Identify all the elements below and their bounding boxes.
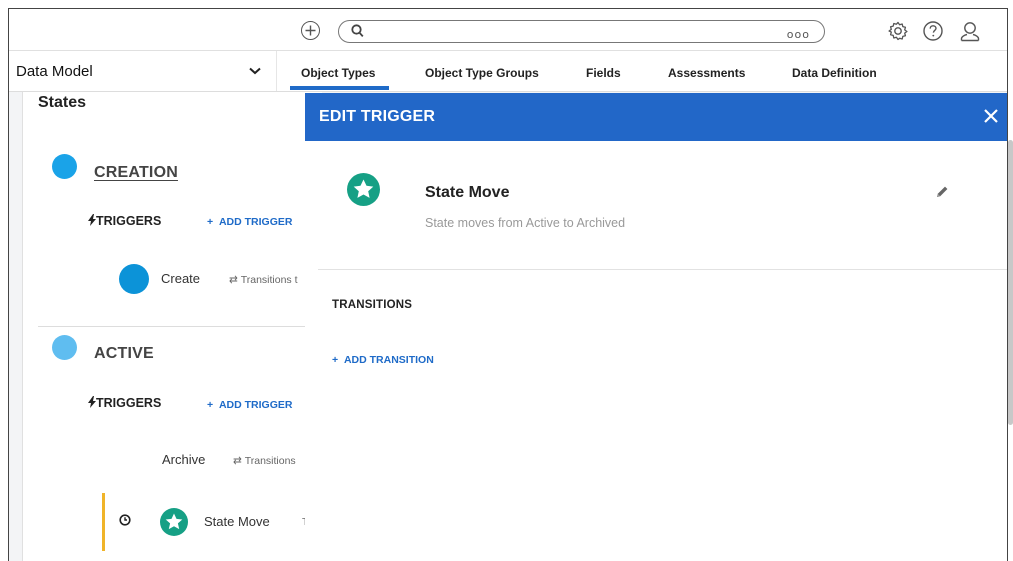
more-icon[interactable]: ooo <box>787 28 810 41</box>
triggers-label: TRIGGERS <box>88 214 161 228</box>
scrollbar[interactable] <box>1008 140 1013 425</box>
add-transition-button[interactable]: + ADD TRANSITION <box>332 354 434 366</box>
tab-data-definition[interactable]: Data Definition <box>792 66 877 80</box>
clock-icon <box>119 514 131 526</box>
star-icon <box>160 508 188 536</box>
state-color-dot <box>52 335 77 360</box>
star-icon <box>347 173 380 206</box>
modal-title: EDIT TRIGGER <box>319 108 436 125</box>
trigger-description: State moves from Active to Archived <box>425 216 626 230</box>
bolt-icon <box>88 214 96 226</box>
pencil-icon[interactable] <box>935 185 949 199</box>
highlight-bar <box>102 493 105 551</box>
transitions-summary: ⇄ Transitions t <box>229 274 298 286</box>
top-bar: ooo <box>9 9 1007 51</box>
tab-object-types[interactable]: Object Types <box>301 66 375 80</box>
search-input[interactable]: ooo <box>338 20 825 43</box>
search-icon <box>351 24 364 37</box>
app-window: ooo Data Model Object Types Object Type … <box>8 8 1008 561</box>
modal-header: EDIT TRIGGER <box>305 93 1007 141</box>
active-tab-indicator <box>290 86 389 90</box>
add-trigger-button[interactable]: + ADD TRIGGER <box>207 216 292 228</box>
bolt-icon <box>88 396 96 408</box>
triggers-label: TRIGGERS <box>88 396 161 410</box>
states-panel: States CREATION TRIGGERS + ADD TRIGGER C… <box>22 92 323 561</box>
transitions-summary: ⇄ Transitions <box>233 455 296 467</box>
state-name-active[interactable]: ACTIVE <box>94 345 154 363</box>
trigger-name: State Move <box>425 184 510 201</box>
transitions-heading: TRANSITIONS <box>332 299 413 311</box>
modal-divider <box>318 269 1007 270</box>
state-color-dot <box>52 154 77 179</box>
add-circle-icon[interactable] <box>301 21 320 40</box>
trigger-avatar <box>119 264 149 294</box>
trigger-item-archive[interactable]: Archive <box>162 452 205 467</box>
user-icon[interactable] <box>959 20 981 42</box>
help-icon[interactable] <box>922 20 944 42</box>
tab-fields[interactable]: Fields <box>586 66 621 80</box>
trigger-item-create[interactable]: Create <box>161 271 200 286</box>
tab-object-type-groups[interactable]: Object Type Groups <box>425 66 539 80</box>
tab-assessments[interactable]: Assessments <box>668 66 745 80</box>
data-model-label: Data Model <box>16 63 93 80</box>
state-divider <box>38 326 323 327</box>
data-model-select[interactable]: Data Model <box>9 51 277 91</box>
nav-bar: Data Model Object Types Object Type Grou… <box>9 51 1007 92</box>
close-icon[interactable] <box>981 106 1001 126</box>
gear-icon[interactable] <box>887 20 909 42</box>
trigger-item-state-move[interactable]: State Move <box>204 514 270 529</box>
edit-trigger-modal: EDIT TRIGGER State Move State moves from… <box>305 93 1007 561</box>
state-name-creation[interactable]: CREATION <box>94 164 178 182</box>
add-trigger-button[interactable]: + ADD TRIGGER <box>207 399 292 411</box>
states-title: States <box>38 94 87 111</box>
chevron-down-icon <box>249 67 261 75</box>
